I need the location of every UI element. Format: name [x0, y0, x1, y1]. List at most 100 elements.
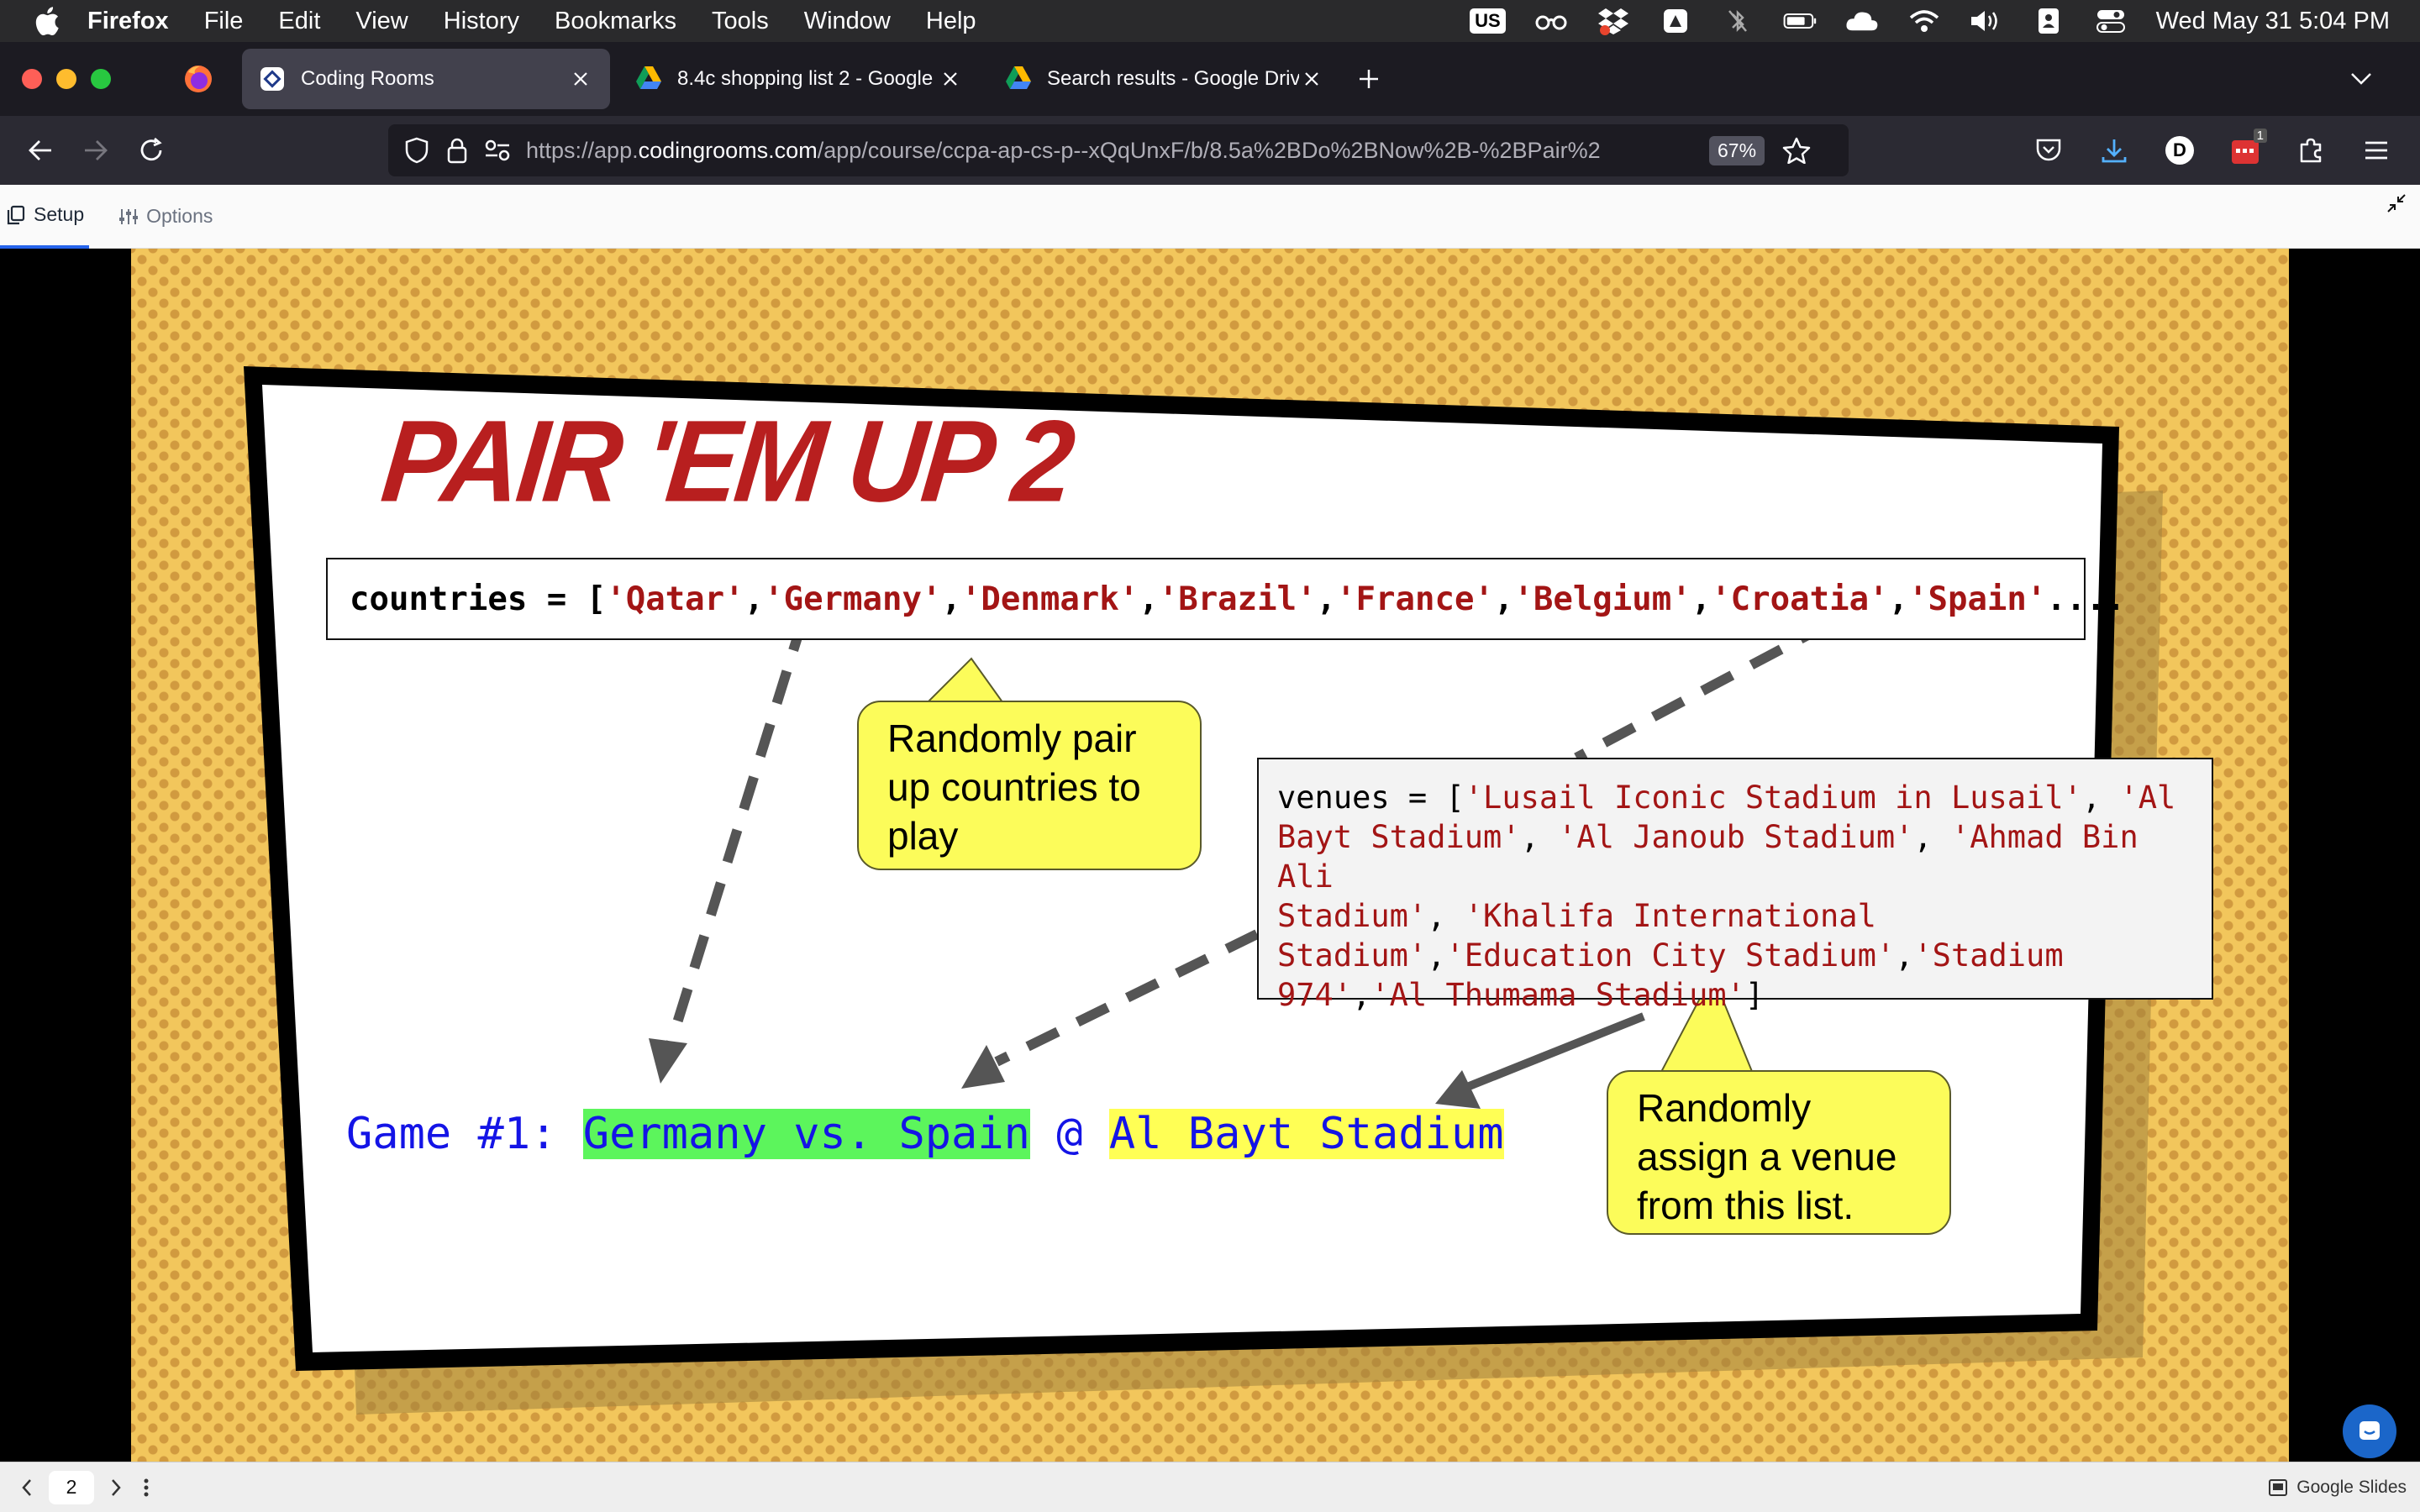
tab-options[interactable]: Options [113, 185, 218, 249]
tab-list-chevron-icon[interactable] [2343, 60, 2380, 97]
game-label: Game #1: [346, 1109, 583, 1159]
venues-code-box: venues = ['Lusail Iconic Stadium in Lusa… [1257, 758, 2213, 1013]
tab-setup[interactable]: Setup [0, 185, 90, 249]
screen-capture-icon[interactable] [1659, 6, 1692, 36]
country-item: 'Denmark' [960, 580, 1139, 618]
pocket-icon[interactable] [2030, 127, 2067, 174]
slide-number-field[interactable]: 2 [49, 1470, 94, 1504]
tab-search-results[interactable]: Search results - Google Drive [988, 49, 1341, 109]
menu-bookmarks[interactable]: Bookmarks [555, 8, 676, 35]
new-tab-button[interactable] [1349, 60, 1388, 98]
profile-initial: D [2165, 136, 2194, 165]
menu-tools[interactable]: Tools [712, 8, 769, 35]
menubar-clock[interactable]: Wed May 31 5:04 PM [2156, 8, 2390, 35]
venue-item: 'Education City Stadium' [1445, 937, 1896, 974]
bookmark-star-icon[interactable] [1780, 134, 1813, 167]
tab-title: Search results - Google Drive [1047, 67, 1299, 90]
slide-title: PAIR 'EM UP 2 [376, 396, 1077, 527]
menu-help[interactable]: Help [926, 8, 976, 35]
country-item: 'Brazil' [1158, 580, 1317, 618]
menu-edit[interactable]: Edit [278, 8, 320, 35]
macos-menu-bar: Firefox File Edit View History Bookmarks… [0, 0, 2420, 42]
countries-code-box: countries = ['Qatar', 'Germany', 'Denmark'… [326, 558, 2125, 640]
chat-support-button[interactable] [2343, 1404, 2396, 1458]
permissions-icon[interactable] [481, 134, 514, 167]
contacts-icon[interactable] [2032, 6, 2065, 36]
apple-icon[interactable] [30, 3, 64, 39]
more-options-icon[interactable] [131, 1471, 161, 1504]
menu-window[interactable]: Window [804, 8, 891, 35]
wifi-icon[interactable] [1907, 6, 1941, 36]
profile-avatar[interactable]: D [2161, 127, 2198, 174]
google-drive-icon [635, 66, 662, 92]
collapse-icon[interactable] [2383, 190, 2410, 217]
venues-line: Bayt Stadium', 'Al Janoub Stadium', 'Ahm… [1277, 819, 2139, 895]
venue-item: 'Al [2119, 780, 2176, 816]
bluetooth-off-icon[interactable] [1721, 6, 1754, 36]
country-item: 'Spain' [1908, 580, 2047, 618]
google-slides-link[interactable]: Google Slides [2268, 1462, 2407, 1512]
venue-item: 'Al Janoub Stadium' [1558, 819, 1914, 855]
country-item: 'Croatia' [1711, 580, 1889, 618]
address-bar[interactable]: https://app.codingrooms.com/app/course/c… [388, 124, 1849, 176]
google-slides-icon [2268, 1478, 2288, 1498]
minimize-window-button[interactable] [56, 69, 76, 89]
back-button[interactable] [17, 127, 64, 174]
venue-item: Bayt Stadium' [1277, 819, 1521, 855]
extension-red-icon[interactable]: 1 [2227, 127, 2267, 174]
url-path: /app/course/ccpa-ap-cs-p--xQqUnxF/b/8.5a… [817, 137, 1601, 163]
callout-assign-venue: Randomly assign a venue from this list. [1607, 1070, 1951, 1235]
reload-button[interactable] [128, 127, 175, 174]
cloud-icon[interactable] [1845, 6, 1879, 36]
firefox-view-icon[interactable] [183, 64, 213, 94]
close-tab-icon[interactable] [938, 66, 963, 92]
url-prefix: https://app. [526, 137, 639, 163]
coding-rooms-icon [259, 66, 286, 92]
battery-icon[interactable] [1783, 6, 1817, 36]
zoom-window-button[interactable] [91, 69, 111, 89]
country-item: 'Qatar' [606, 580, 744, 618]
control-center-icon[interactable] [2094, 6, 2128, 36]
setup-label: Setup [34, 203, 85, 225]
tab-shopping-list[interactable]: 8.4c shopping list 2 - Google Dr [618, 49, 980, 109]
url-domain: codingrooms.com [638, 137, 818, 163]
close-window-button[interactable] [22, 69, 42, 89]
tab-strip: Coding Rooms 8.4c shopping list 2 - Goog… [0, 42, 2420, 116]
navigation-toolbar: https://app.codingrooms.com/app/course/c… [0, 116, 2420, 185]
menu-view[interactable]: View [355, 8, 408, 35]
lock-icon[interactable] [440, 134, 474, 167]
volume-icon[interactable] [1970, 6, 2003, 36]
google-slides-label: Google Slides [2296, 1478, 2407, 1497]
sliders-icon [118, 206, 139, 228]
venue-item: 'Stadium [1913, 937, 2064, 974]
downloads-icon[interactable] [2096, 127, 2133, 174]
venue-item: 'Khalifa International [1464, 898, 1876, 934]
glasses-icon[interactable] [1534, 6, 1568, 36]
menu-app-name[interactable]: Firefox [87, 8, 169, 35]
zoom-level-badge[interactable]: 67% [1709, 135, 1765, 165]
dropbox-icon[interactable] [1597, 6, 1630, 36]
next-slide-button[interactable] [101, 1471, 131, 1504]
keyboard-layout-badge[interactable]: US [1470, 8, 1506, 34]
tab-title: Coding Rooms [301, 67, 434, 90]
close-tab-icon[interactable] [1299, 66, 1324, 92]
url-text[interactable]: https://app.codingrooms.com/app/course/c… [526, 138, 1694, 164]
menu-history[interactable]: History [444, 8, 519, 35]
toolbar-actions: D 1 [2030, 127, 2395, 174]
tracking-protection-shield-icon[interactable] [400, 134, 434, 167]
tab-coding-rooms[interactable]: Coding Rooms [242, 49, 610, 109]
options-label: Options [146, 205, 213, 227]
venues-line: venues = ['Lusail Iconic Stadium in Lusa… [1277, 780, 2176, 816]
google-drive-icon [1005, 66, 1032, 92]
venues-line: 974','Al Thumama Stadium'] [1277, 977, 1765, 1013]
tab-title: 8.4c shopping list 2 - Google Dr [677, 67, 938, 90]
country-item: 'Belgium' [1513, 580, 1691, 618]
menu-file[interactable]: File [204, 8, 244, 35]
copy-icon [5, 204, 27, 226]
previous-slide-button[interactable] [12, 1471, 42, 1504]
forward-button[interactable] [72, 127, 119, 174]
extensions-puzzle-icon[interactable] [2292, 127, 2329, 174]
close-tab-icon[interactable] [568, 66, 593, 92]
window-controls [22, 69, 111, 89]
hamburger-menu-icon[interactable] [2358, 127, 2395, 174]
